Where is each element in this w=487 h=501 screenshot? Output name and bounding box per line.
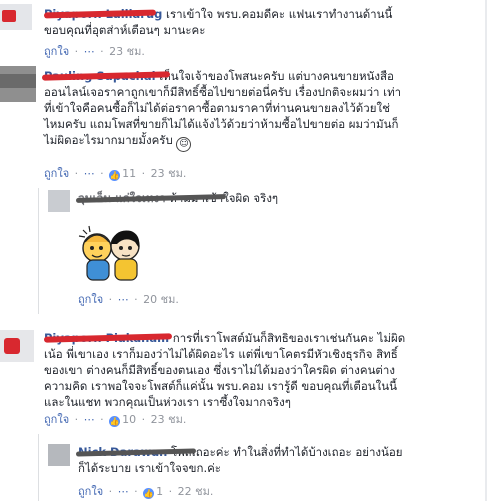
comment-text-line: ความคิด เราพอใจจะโพสต์ก็แค่นั้น พรบ.คอม … <box>44 379 397 393</box>
avatar[interactable] <box>0 66 36 102</box>
reply-link[interactable]: ⋯ <box>118 485 129 498</box>
comment-text-line: ของเขา ต่างคนก็มีสิทธิ์ของตนเอง ซึ่งเราไ… <box>44 363 395 377</box>
like-count[interactable]: 1 <box>156 485 163 498</box>
like-count-icon: 👍 <box>109 416 121 427</box>
like-count[interactable]: 10 <box>122 413 136 426</box>
reply-link[interactable]: ⋯ <box>118 293 129 306</box>
avatar[interactable] <box>48 444 70 466</box>
comment-body: Piyaporn Piakanam การที่เราโพสต์มันก็สิท… <box>44 330 484 410</box>
reply-thread-line <box>38 188 39 314</box>
timestamp[interactable]: 22 ชม. <box>178 485 214 498</box>
timestamp[interactable]: 20 ชม. <box>143 293 179 306</box>
comment-actions: ถูกใจ · ⋯ · 👍 10 · 23 ชม. <box>44 413 187 427</box>
reply-thread-line <box>38 434 39 501</box>
comment-text-line: เราเข้าใจ พรบ.คอมดีคะ แฟนเราทำงานด้านนี้ <box>166 7 393 21</box>
like-count-icon: 👍 <box>143 488 155 499</box>
comment-text-line: ก็ได้ระบาย เราเข้าใจจขก.ค่ะ <box>78 461 221 475</box>
like-count-icon: 👍 <box>109 170 121 181</box>
comment-text-line: เห็นใจเจ้าของโพสนะครับ แต่บางคนขายหนังสื… <box>159 69 394 83</box>
comment-feed: Piyaporn Lalilarug เราเข้าใจ พรบ.คอมดีคะ… <box>0 0 487 501</box>
two-kids-sticker <box>78 225 140 281</box>
comment-text-line: ที่เข้าใจคือคนซื้อก็ไม่ได้ต่อราคาซื้อตาม… <box>44 101 390 115</box>
comment-text-line: การที่เราโพสต์มันก็สิทธิของเราเช่นกันคะ … <box>172 331 406 345</box>
like-count[interactable]: 11 <box>122 167 136 180</box>
timestamp[interactable]: 23 ชม. <box>151 167 187 180</box>
reply-link[interactable]: ⋯ <box>84 167 95 180</box>
reply-link[interactable]: ⋯ <box>84 413 95 426</box>
reply-link[interactable]: ⋯ <box>84 45 95 58</box>
comment-actions: ถูกใจ · ⋯ · 👍 11 · 23 ชม. <box>44 167 187 181</box>
redacted-mark <box>4 338 20 354</box>
redacted-mark <box>2 10 16 22</box>
avatar[interactable] <box>0 4 32 30</box>
comment-text-line: ไม่ผิดอะไรมากมายมั้งครับ <box>44 133 173 147</box>
like-link[interactable]: ถูกใจ <box>44 413 69 426</box>
comment-text-line: โพสเถอะค่ะ ทำในสิ่งที่ทำได้บ้างเถอะ อย่า… <box>171 445 403 459</box>
comment-actions: ถูกใจ · ⋯ · 20 ชม. <box>78 293 179 306</box>
comment-body: Pauling Supachai เห็นใจเจ้าของโพสนะครับ … <box>44 68 484 152</box>
like-link[interactable]: ถูกใจ <box>44 167 69 180</box>
like-link[interactable]: ถูกใจ <box>78 485 103 498</box>
like-link[interactable]: ถูกใจ <box>78 293 103 306</box>
smiley-emoji-icon: ☺ <box>176 137 192 152</box>
comment-text-line: ไหมครับ แถมโพสที่ขายก็ไม่ได้แจ้งไว้ด้วยว… <box>44 117 399 131</box>
comment-text-line: ขอบคุณที่อุตส่าห์เตือนๆ มานะคะ <box>44 23 206 37</box>
avatar[interactable] <box>48 190 70 212</box>
comment-actions: ถูกใจ · ⋯ · 👍 1 · 22 ชม. <box>78 485 214 499</box>
comment-body: Nick Darawan โพสเถอะค่ะ ทำในสิ่งที่ทำได้… <box>78 444 478 476</box>
comment-text-line: ออนไลน์เจอราคาถูกเขาก็มีสิทธิ์ซื้อไปขายต… <box>44 85 402 99</box>
avatar[interactable] <box>0 330 34 362</box>
avatar-redaction <box>0 74 36 88</box>
timestamp[interactable]: 23 ชม. <box>151 413 187 426</box>
comment-actions: ถูกใจ · ⋯ · 23 ชม. <box>44 45 145 58</box>
comment-text-line: และในแชท พวกคุณเป็นห่วงเรา เราซึ้งใจมากจ… <box>44 395 291 409</box>
comment-text-line: เน้อ พี่เขาเอง เราก็มองว่าไม่ได้ผิดอะไร … <box>44 347 398 361</box>
timestamp[interactable]: 23 ชม. <box>109 45 145 58</box>
like-link[interactable]: ถูกใจ <box>44 45 69 58</box>
